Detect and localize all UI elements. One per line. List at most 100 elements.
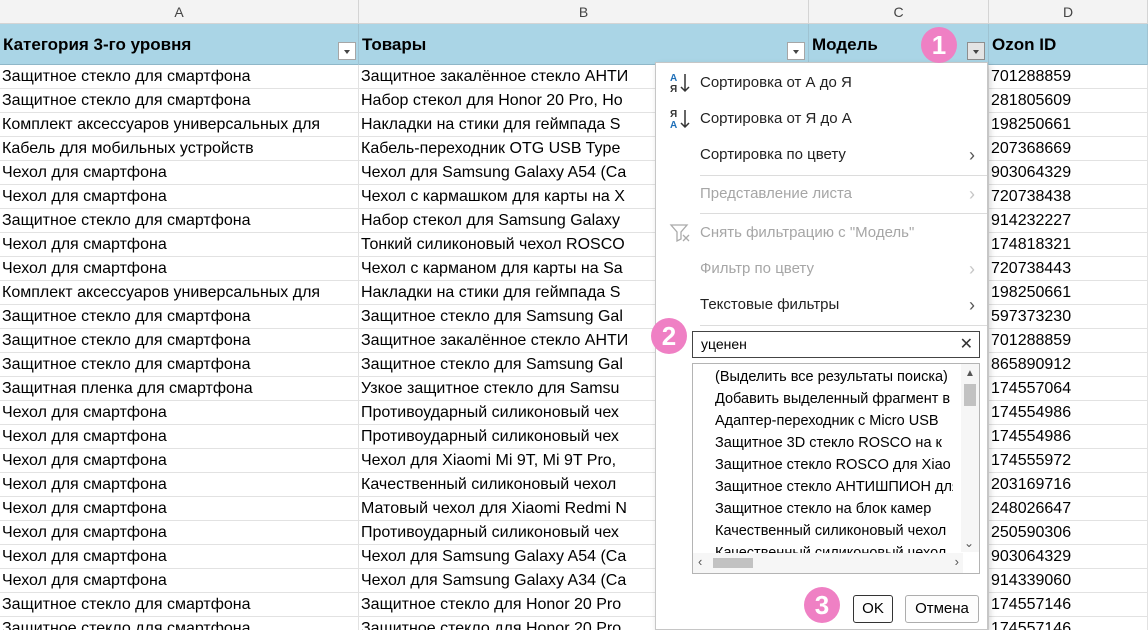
filter-button-products[interactable] <box>787 42 805 60</box>
cell-ozon-id[interactable]: 207368669 <box>989 137 1148 161</box>
cell-ozon-id[interactable]: 903064329 <box>989 161 1148 185</box>
cell-ozon-id[interactable]: 174557146 <box>989 593 1148 617</box>
cell-category[interactable]: Чехол для смартфона <box>0 401 359 425</box>
cell-ozon-id[interactable]: 281805609 <box>989 89 1148 113</box>
cell-category[interactable]: Чехол для смартфона <box>0 233 359 257</box>
header-cell-model[interactable]: Модель <box>809 24 989 65</box>
cell-ozon-id[interactable]: 250590306 <box>989 521 1148 545</box>
cell-ozon-id[interactable]: 198250661 <box>989 281 1148 305</box>
chevron-down-icon[interactable]: ⌄ <box>964 536 974 550</box>
scroll-thumb[interactable] <box>964 384 976 406</box>
scroll-up-icon[interactable]: ▲ <box>965 368 975 379</box>
header-cell-products[interactable]: Товары <box>359 24 809 65</box>
menu-text-filters-label: Текстовые фильтры <box>700 296 840 313</box>
filter-list-item[interactable]: Защитное стекло АНТИШПИОН для <box>715 476 953 498</box>
filter-list-item-label: Добавить выделенный фрагмент в фильтр <box>715 391 953 407</box>
filter-list-item[interactable]: Защитное стекло на блок камер <box>715 498 953 520</box>
close-icon[interactable]: ✕ <box>960 332 973 357</box>
ok-button[interactable]: OK <box>853 595 893 623</box>
filter-list-item[interactable]: Адаптер-переходник с Micro USB <box>715 410 953 432</box>
filter-list-item[interactable]: Защитное стекло ROSCO для Xiao <box>715 454 953 476</box>
cell-ozon-id[interactable]: 203169716 <box>989 473 1148 497</box>
step-badge-2: 2 <box>651 318 687 354</box>
filter-list-item[interactable]: Добавить выделенный фрагмент в фильтр <box>715 388 953 410</box>
horizontal-scrollbar[interactable]: ‹ › <box>693 553 963 573</box>
cell-category[interactable]: Защитная пленка для смартфона <box>0 377 359 401</box>
cell-ozon-id[interactable]: 174557146 <box>989 617 1148 630</box>
chevron-right-icon: › <box>969 145 975 165</box>
cell-ozon-id[interactable]: 865890912 <box>989 353 1148 377</box>
vertical-scrollbar[interactable]: ▲ ⌄ <box>961 364 979 552</box>
cell-category[interactable]: Чехол для смартфона <box>0 473 359 497</box>
cell-category[interactable]: Защитное стекло для смартфона <box>0 353 359 377</box>
cell-category[interactable]: Защитное стекло для смартфона <box>0 329 359 353</box>
cell-category[interactable]: Кабель для мобильных устройств <box>0 137 359 161</box>
cell-category[interactable]: Чехол для смартфона <box>0 185 359 209</box>
cell-category[interactable]: Чехол для смартфона <box>0 425 359 449</box>
filter-list-item[interactable]: (Выделить все результаты поиска) <box>715 366 953 388</box>
menu-sort-by-color[interactable]: Сортировка по цвету › <box>656 137 987 173</box>
filter-button-model[interactable] <box>967 42 985 60</box>
cell-ozon-id[interactable]: 248026647 <box>989 497 1148 521</box>
cell-ozon-id[interactable]: 198250661 <box>989 113 1148 137</box>
cell-ozon-id[interactable]: 914339060 <box>989 569 1148 593</box>
filter-search-value: уценен <box>701 336 747 352</box>
cell-ozon-id[interactable]: 174555972 <box>989 449 1148 473</box>
cell-category[interactable]: Чехол для смартфона <box>0 521 359 545</box>
scroll-thumb[interactable] <box>713 558 753 568</box>
cell-category[interactable]: Защитное стекло для смартфона <box>0 617 359 630</box>
filter-list-item-label: (Выделить все результаты поиска) <box>715 369 948 385</box>
cell-category[interactable]: Чехол для смартфона <box>0 497 359 521</box>
cell-ozon-id[interactable]: 701288859 <box>989 65 1148 89</box>
menu-sort-z-a[interactable]: Я А Сортировка от Я до А <box>656 101 987 137</box>
menu-sheet-view-label: Представление листа <box>700 185 852 202</box>
column-header-d[interactable]: D <box>989 0 1148 24</box>
column-header-a[interactable]: A <box>0 0 359 24</box>
filter-button-category[interactable] <box>338 42 356 60</box>
cell-ozon-id[interactable]: 174554986 <box>989 401 1148 425</box>
chevron-right-icon[interactable]: › <box>955 554 959 569</box>
filter-list-item[interactable]: Защитное 3D стекло ROSCO на к <box>715 432 953 454</box>
cell-category[interactable]: Защитное стекло для смартфона <box>0 593 359 617</box>
cell-category[interactable]: Защитное стекло для смартфона <box>0 209 359 233</box>
cell-ozon-id[interactable]: 597373230 <box>989 305 1148 329</box>
chevron-left-icon[interactable]: ‹ <box>698 554 702 569</box>
cell-ozon-id[interactable]: 720738438 <box>989 185 1148 209</box>
svg-text:А: А <box>670 73 677 84</box>
cell-category[interactable]: Комплект аксессуаров универсальных для <box>0 281 359 305</box>
filter-list-item-label: Адаптер-переходник с Micro USB <box>715 413 939 429</box>
cell-category[interactable]: Защитное стекло для смартфона <box>0 305 359 329</box>
cell-ozon-id[interactable]: 174557064 <box>989 377 1148 401</box>
cell-category[interactable]: Защитное стекло для смартфона <box>0 65 359 89</box>
svg-text:Я: Я <box>670 84 677 95</box>
cell-category[interactable]: Чехол для смартфона <box>0 569 359 593</box>
menu-filter-by-color: Фильтр по цвету › <box>656 251 987 287</box>
cell-ozon-id[interactable]: 174554986 <box>989 425 1148 449</box>
cell-category[interactable]: Чехол для смартфона <box>0 545 359 569</box>
cancel-button[interactable]: Отмена <box>905 595 979 623</box>
filter-list-item-label: Защитное стекло ROSCO для Xiao <box>715 457 951 473</box>
cell-category[interactable]: Чехол для смартфона <box>0 257 359 281</box>
menu-sort-a-z[interactable]: А Я Сортировка от А до Я <box>656 65 987 101</box>
filter-values-list: (Выделить все результаты поиска) Добавить… <box>692 363 980 574</box>
column-header-b[interactable]: B <box>359 0 809 24</box>
column-header-c[interactable]: C <box>809 0 989 24</box>
menu-separator <box>700 213 987 214</box>
filter-search-input[interactable]: уценен ✕ <box>692 331 980 358</box>
cell-ozon-id[interactable]: 914232227 <box>989 209 1148 233</box>
cell-category[interactable]: Чехол для смартфона <box>0 449 359 473</box>
cell-ozon-id[interactable]: 174818321 <box>989 233 1148 257</box>
cell-category[interactable]: Комплект аксессуаров универсальных для <box>0 113 359 137</box>
menu-separator <box>700 325 987 326</box>
header-cell-ozon-id[interactable]: Ozon ID <box>989 24 1148 65</box>
cell-ozon-id[interactable]: 701288859 <box>989 329 1148 353</box>
cell-category[interactable]: Защитное стекло для смартфона <box>0 89 359 113</box>
cell-ozon-id[interactable]: 720738443 <box>989 257 1148 281</box>
cell-category[interactable]: Чехол для смартфона <box>0 161 359 185</box>
menu-text-filters[interactable]: Текстовые фильтры › <box>656 287 987 323</box>
header-cell-category[interactable]: Категория 3-го уровня <box>0 24 359 65</box>
clear-filter-icon <box>669 224 690 243</box>
cell-ozon-id[interactable]: 903064329 <box>989 545 1148 569</box>
filter-list-item[interactable]: Качественный силиконовый чехол <box>715 520 953 542</box>
menu-clear-filter-label: Снять фильтрацию с "Модель" <box>700 224 915 241</box>
